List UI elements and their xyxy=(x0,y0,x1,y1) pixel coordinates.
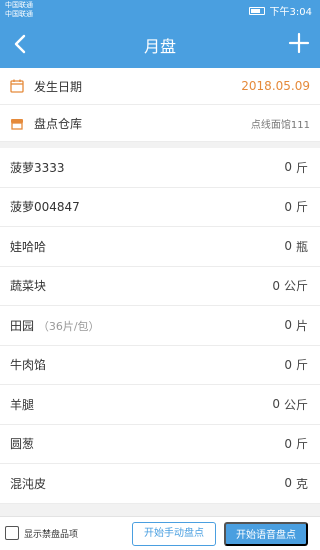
item-name: 混沌皮 xyxy=(10,476,47,491)
item-unit: 瓶 xyxy=(295,239,308,254)
item-list: 菠萝3333 0 斤菠萝004847 0 斤娃哈哈 0 瓶蔬菜块 0 公斤 田园 （36片/包） 0… xyxy=(0,148,320,504)
item-name: 娃哈哈 xyxy=(10,239,47,254)
warehouse-label: 盘点仓库 xyxy=(34,116,83,131)
item-quantity: 0 xyxy=(284,436,292,451)
item-quantity: 0 xyxy=(284,476,292,491)
item-unit: 斤 xyxy=(295,437,308,452)
item-name: 菠萝3333 xyxy=(10,160,65,175)
show-disabled-label: 显示禁盘品项 xyxy=(24,530,79,540)
list-item[interactable]: 牛肉馅 0 斤 xyxy=(0,346,320,385)
item-unit: 公斤 xyxy=(283,397,308,412)
store-icon xyxy=(11,119,23,130)
list-item[interactable]: 田园 （36片/包） 0 片 xyxy=(0,306,320,346)
info-section: 发生日期 2018.05.09 盘点仓库 点线面馆111 xyxy=(0,68,320,142)
item-name: 菠萝004847 xyxy=(10,200,80,215)
item-spec: （36片/包） xyxy=(37,319,100,333)
item-quantity: 0 xyxy=(284,199,292,214)
status-time: 下午3:04 xyxy=(269,7,312,18)
warehouse-row[interactable]: 盘点仓库 点线面馆111 xyxy=(0,105,320,142)
item-name: 羊腿 xyxy=(10,397,35,412)
item-name: 圆葱 xyxy=(10,437,35,452)
carrier-1: 中国联通 xyxy=(5,1,33,9)
item-name: 田园 （36片/包） xyxy=(10,318,100,333)
date-label: 发生日期 xyxy=(34,79,83,94)
calendar-icon xyxy=(10,79,24,93)
show-disabled-checkbox[interactable] xyxy=(5,526,19,540)
page-title: 月盘 xyxy=(143,37,176,56)
warehouse-value[interactable]: 点线面馆111 xyxy=(251,116,310,131)
date-value[interactable]: 2018.05.09 xyxy=(241,79,310,93)
battery-icon xyxy=(248,6,265,15)
start-manual-count-button[interactable]: 开始手动盘点 xyxy=(132,522,216,546)
item-quantity: 0 xyxy=(284,318,292,333)
list-item[interactable]: 娃哈哈 0 瓶 xyxy=(0,227,320,267)
item-unit: 斤 xyxy=(295,358,308,373)
carrier-2: 中国联通 xyxy=(5,10,33,18)
bottom-bar: 显示禁盘品项 开始手动盘点 开始语音盘点 xyxy=(0,516,320,550)
list-item[interactable]: 羊腿 0 公斤 xyxy=(0,385,320,425)
item-unit: 克 xyxy=(295,476,308,491)
item-name: 蔬菜块 xyxy=(10,279,47,294)
carrier-info: 中国联通 中国联通 xyxy=(5,1,33,19)
item-name: 牛肉馅 xyxy=(10,358,47,373)
plus-icon[interactable] xyxy=(288,32,310,54)
nav-bar: 月盘 xyxy=(0,20,320,68)
item-quantity: 0 xyxy=(284,239,292,254)
status-bar: 中国联通 中国联通 下午3:04 xyxy=(0,0,320,20)
item-unit: 斤 xyxy=(295,160,308,175)
item-unit: 公斤 xyxy=(283,279,308,294)
list-item[interactable]: 圆葱 0 斤 xyxy=(0,425,320,464)
date-row[interactable]: 发生日期 2018.05.09 xyxy=(0,68,320,105)
item-quantity: 0 xyxy=(272,278,280,293)
list-item[interactable]: 蔬菜块 0 公斤 xyxy=(0,267,320,306)
list-item[interactable]: 混沌皮 0 克 xyxy=(0,464,320,504)
item-unit: 斤 xyxy=(295,200,308,215)
item-quantity: 0 xyxy=(284,357,292,372)
item-unit: 片 xyxy=(295,318,308,333)
status-right: 下午3:04 xyxy=(248,3,312,18)
start-voice-count-button[interactable]: 开始语音盘点 xyxy=(224,522,308,546)
item-quantity: 0 xyxy=(272,397,280,412)
item-quantity: 0 xyxy=(284,160,292,175)
list-item[interactable]: 菠萝3333 0 斤 xyxy=(0,148,320,188)
list-item[interactable]: 菠萝004847 0 斤 xyxy=(0,188,320,227)
